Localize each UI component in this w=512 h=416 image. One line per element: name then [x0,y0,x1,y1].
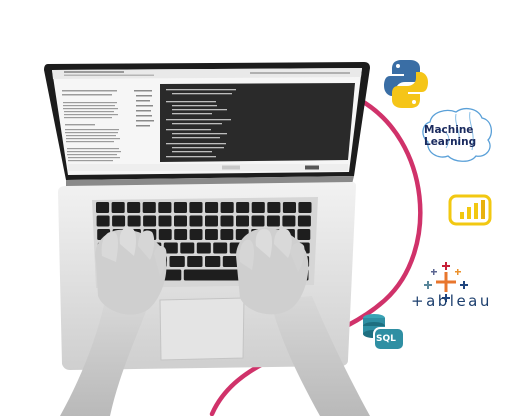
keyboard-key [236,215,249,227]
keyboard-key [174,229,188,240]
tableau-wordmark: +ableau [411,292,492,310]
keyboard-key [298,202,312,213]
ml-line1: Machine [424,124,474,136]
python-logo-icon [384,60,428,108]
code-editor [160,83,355,162]
keyboard-key [180,242,195,254]
keyboard-key [187,256,203,267]
keyboard-key [96,215,110,227]
bar-chart-icon [448,194,492,226]
status-button [222,165,240,170]
ml-line2: Learning [424,136,477,148]
keyboard-key [183,269,245,281]
keyboard-key [169,256,185,267]
keyboard-key [189,215,203,227]
machine-learning-label: Machine Learning [424,124,476,148]
keyboard-key [127,202,141,213]
screen-toolbar-line [250,72,350,74]
keyboard-key [205,229,218,240]
keyboard-key [142,202,156,213]
keyboard-key [158,215,172,227]
keyboard-key [220,215,234,227]
keyboard-key [189,229,203,240]
keyboard-key [220,229,234,240]
keyboard-key [222,256,239,267]
keyboard-key [158,202,172,213]
keyboard-key [174,215,187,227]
keyboard-key [112,215,126,227]
screen-title-line [64,71,124,73]
keyboard-key [220,202,234,213]
keyboard-key [282,202,296,213]
keyboard-key [205,256,221,267]
keyboard-key [266,215,280,227]
sql-label: SQL [376,334,396,344]
keyboard-key [205,202,219,213]
keyboard-key [158,229,172,240]
keyboard-key [297,215,311,227]
scene [44,60,493,416]
keyboard-key [213,242,228,254]
keyboard-key [282,215,296,227]
trackpad [159,297,245,361]
database-icon [363,314,405,351]
keyboard-key [196,242,211,254]
keyboard-key [267,202,281,213]
keyboard-key [189,202,203,213]
keyboard-key [143,215,157,227]
keyboard-key [236,202,250,213]
keyboard-key [297,229,311,240]
keyboard-key [251,215,265,227]
keyboard-key [251,202,265,213]
keyboard-key [111,202,125,213]
keyboard-key [205,215,218,227]
status-button [305,165,319,170]
keyboard-key [127,215,141,227]
keyboard-key [96,202,110,213]
keyboard-key [173,202,187,213]
screen-title-line [64,74,154,76]
